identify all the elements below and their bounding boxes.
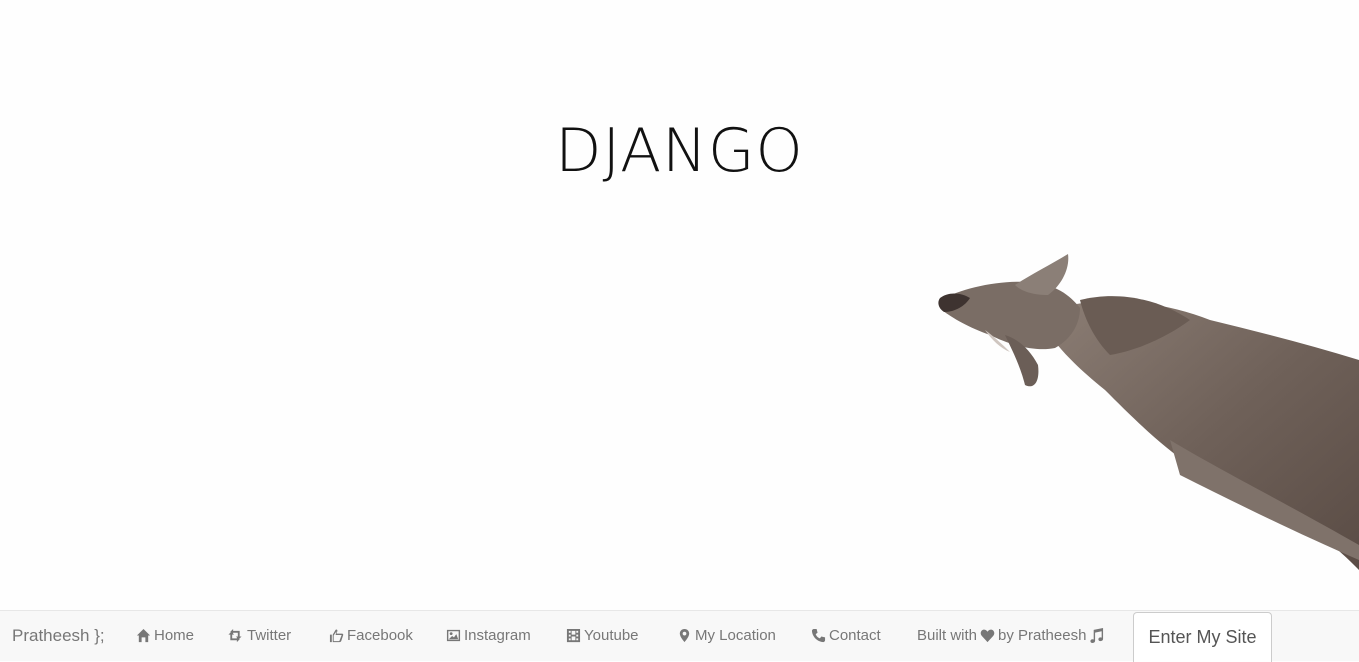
picture-icon [446, 629, 461, 642]
film-icon [566, 628, 581, 643]
brand-link[interactable]: Pratheesh }; [12, 626, 105, 646]
enter-my-site-button[interactable]: Enter My Site [1133, 612, 1272, 662]
nav-facebook[interactable]: Facebook [329, 627, 413, 644]
nav-twitter-label: Twitter [247, 627, 292, 644]
hero-title: DJANGO [555, 116, 804, 186]
phone-icon [811, 628, 826, 643]
nav-contact-label: Contact [829, 627, 881, 644]
map-marker-icon [679, 628, 690, 643]
heart-icon [980, 629, 995, 643]
nav-contact[interactable]: Contact [811, 627, 881, 644]
nav-instagram-label: Instagram [464, 627, 531, 644]
credit-text: Built with by Pratheesh [917, 627, 1107, 644]
nav-home-label: Home [154, 627, 195, 644]
thumbs-up-icon [329, 629, 344, 643]
nav-youtube-label: Youtube [584, 627, 639, 644]
bottom-navbar: Pratheesh }; Home Twitter Facebook Insta… [0, 610, 1359, 662]
leaping-dog-image [938, 254, 1359, 570]
home-icon [136, 628, 151, 643]
nav-instagram[interactable]: Instagram [446, 627, 531, 644]
retweet-icon [228, 628, 242, 643]
nav-home[interactable]: Home [136, 627, 194, 644]
nav-my-location-label: My Location [695, 627, 776, 644]
credit-prefix: Built with [917, 627, 978, 644]
nav-youtube[interactable]: Youtube [566, 627, 639, 644]
hero-section: DJANGO [0, 0, 1359, 610]
music-icon [1090, 628, 1104, 643]
nav-facebook-label: Facebook [347, 627, 413, 644]
nav-twitter[interactable]: Twitter [226, 627, 291, 644]
credit-suffix: by Pratheesh [998, 627, 1087, 644]
nav-my-location[interactable]: My Location [677, 627, 776, 644]
